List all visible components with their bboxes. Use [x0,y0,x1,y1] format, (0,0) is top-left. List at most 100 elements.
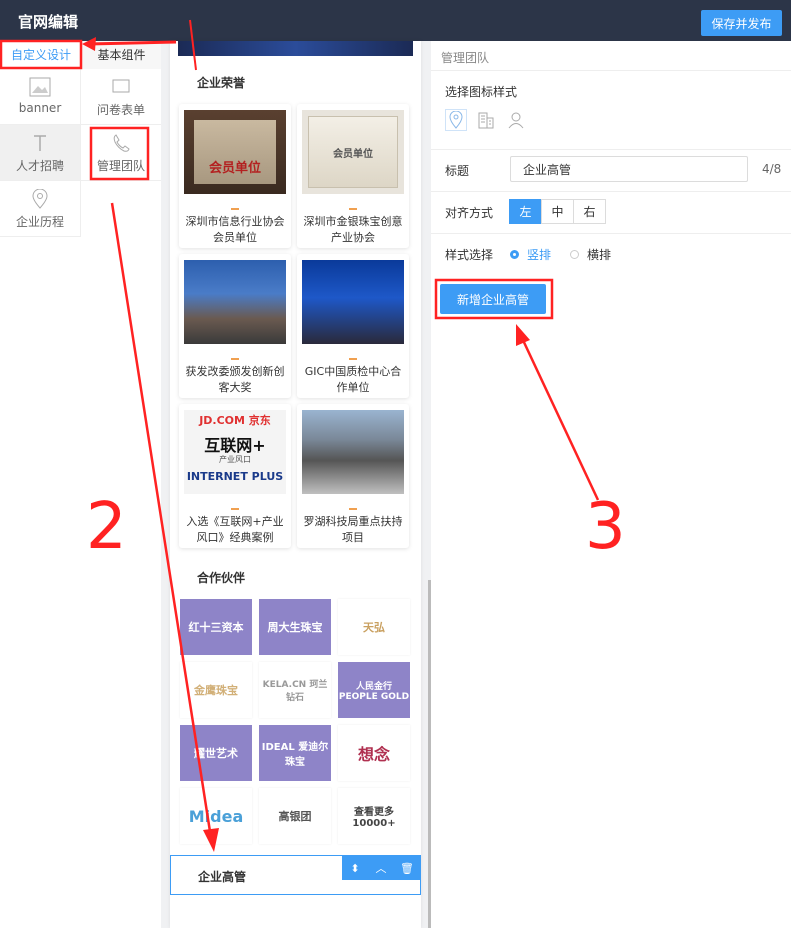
title-label: 标题 [445,164,470,178]
honor-card[interactable]: 会员单位 深圳市金银珠宝创意产业协会 [297,104,409,248]
plaque-text: 会员单位 [208,161,261,176]
partner-logo[interactable]: 红十三资本 [180,599,252,655]
delete-icon[interactable]: 🗑 [394,856,420,880]
divider [431,191,791,192]
align-label: 对齐方式 [445,206,494,220]
selected-block-label: 企业高管 [198,870,247,884]
honor-caption: 深圳市信息行业协会会员单位 [185,215,285,244]
radio-dot [510,250,519,259]
honor-image-photo [184,260,286,344]
honor-card[interactable]: 会员单位 深圳市信息行业协会会员单位 [179,104,291,248]
partner-logo[interactable]: Midea [180,788,252,844]
honor-image-photo [302,410,404,494]
honor-image-photo [302,260,404,344]
divider [431,70,791,71]
honor-section-title: 企业荣誉 [197,76,246,90]
partner-logo[interactable]: 高银团 [259,788,331,844]
honor-card[interactable]: JD.COM 京东 互联网+ 产业风口 INTERNET PLUS 入选《互联网… [179,404,291,548]
divider [431,233,791,234]
component-history[interactable]: 企业历程 [0,181,80,237]
partner-logo[interactable]: IDEAL 爱迪尔珠宝 [259,725,331,781]
top-bar: 官网编辑 保存并发布 [0,0,791,41]
title-input[interactable] [510,156,748,182]
settings-panel: 管理团队 选择图标样式 标题 4/8 对齐方式 左 中 右 样式选择 竖排 横排… [431,41,791,928]
caption-dash [349,208,357,210]
caption-dash [349,358,357,360]
honor-caption: 罗湖科技局重点扶持项目 [303,515,403,544]
partner-logo[interactable]: 想念 [338,725,410,781]
honor-caption: 深圳市金银珠宝创意产业协会 [303,215,403,244]
partner-logo[interactable]: 天弘 [338,599,410,655]
poster-top-text: JD.COM 京东 [199,414,271,427]
honor-card[interactable]: GIC中国质检中心合作单位 [297,254,409,398]
style-horizontal-radio[interactable]: 横排 [570,246,611,263]
align-center-button[interactable]: 中 [541,199,574,224]
icon-style-label: 选择图标样式 [445,85,518,99]
location-icon[interactable] [445,109,467,131]
honor-image: 会员单位 [302,110,404,194]
radio-dot [570,250,579,259]
align-right-button[interactable]: 右 [573,199,606,224]
tab-custom-design[interactable]: 自定义设计 [0,41,82,69]
move-up-icon[interactable]: ︿ [368,856,394,880]
component-recruitment[interactable]: 人才招聘 [0,125,80,181]
phone-icon [113,134,130,152]
component-label: 人才招聘 [15,159,64,173]
poster-title: 互联网+ [204,436,266,455]
caption-dash [349,508,357,510]
radio-label: 竖排 [527,248,552,262]
partner-logo[interactable]: 金鹰珠宝 [180,662,252,718]
plaque-text: 会员单位 [333,148,373,160]
honor-image: 会员单位 [184,110,286,194]
page-preview[interactable]: 企业荣誉 会员单位 深圳市信息行业协会会员单位 会员单位 深圳市金银珠宝创意产业… [170,41,421,928]
honor-caption: 获发改委颁发创新创客大奖 [185,365,285,394]
title-char-count: 4/8 [762,162,782,176]
settings-header: 管理团队 [441,51,490,65]
partner-logo[interactable]: KELA.CN 珂兰钻石 [259,662,331,718]
building-icon[interactable] [475,109,497,131]
partner-logo[interactable]: 人民金行 PEOPLE GOLD [338,662,410,718]
move-icon[interactable]: ⬍ [342,856,368,880]
save-publish-button[interactable]: 保存并发布 [701,10,782,36]
add-executive-button[interactable]: 新增企业高管 [440,284,546,314]
poster-en-text: INTERNET PLUS [186,470,284,483]
component-label: 企业历程 [15,215,64,229]
honor-image-poster: JD.COM 京东 互联网+ 产业风口 INTERNET PLUS [184,410,286,494]
caption-dash [231,508,239,510]
partner-logo[interactable]: 耀世艺术 [180,725,252,781]
component-label: 问卷表单 [96,103,145,117]
selected-component-block[interactable]: 企业高管 ⬍ ︿ 🗑 [170,855,421,895]
form-icon [112,79,130,93]
location-icon [32,189,48,209]
block-toolbar: ⬍ ︿ 🗑 [342,856,420,880]
component-management-team[interactable]: 管理团队 [81,125,161,181]
poster-subtitle: 产业风口 [219,455,251,464]
radio-label: 横排 [587,248,612,262]
partner-section-title: 合作伙伴 [197,571,246,585]
component-survey-form[interactable]: 问卷表单 [81,69,161,125]
caption-dash [231,208,239,210]
divider [431,149,791,150]
component-label: banner [18,101,62,115]
component-banner[interactable]: banner [0,69,80,125]
component-panel: 自定义设计 基本组件 banner 问卷表单 人才招聘 管理团队 企业历程 [0,41,161,928]
align-button-group: 左 中 右 [509,199,606,224]
style-label: 样式选择 [445,248,494,262]
align-left-button[interactable]: 左 [509,199,542,224]
honor-caption: GIC中国质检中心合作单位 [304,365,402,394]
user-icon[interactable] [505,109,527,131]
honor-card[interactable]: 罗湖科技局重点扶持项目 [297,404,409,548]
partner-logo[interactable]: 周大生珠宝 [259,599,331,655]
component-label: 管理团队 [96,159,145,173]
image-icon [29,77,51,97]
style-vertical-radio[interactable]: 竖排 [510,246,551,263]
honor-card[interactable]: 获发改委颁发创新创客大奖 [179,254,291,398]
caption-dash [231,358,239,360]
text-icon [34,135,46,151]
banner-image-strip [178,41,413,56]
icon-style-options [445,109,527,131]
partner-logo[interactable]: 查看更多 10000+ [338,788,410,844]
honor-caption: 入选《互联网+产业风口》经典案例 [186,515,284,544]
tab-basic-components[interactable]: 基本组件 [82,41,161,69]
app-title: 官网编辑 [18,13,79,31]
